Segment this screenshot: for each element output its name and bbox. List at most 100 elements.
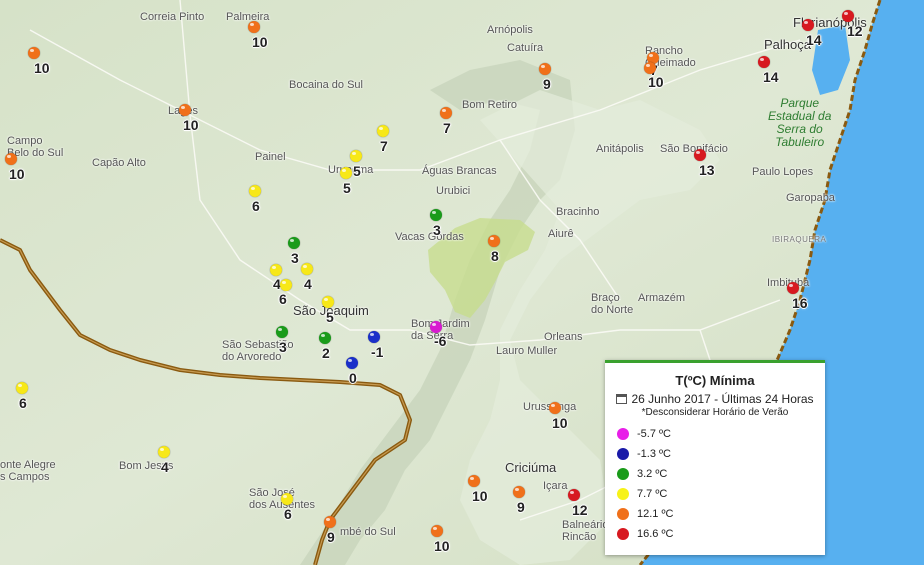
place-label-lauro-muller: Lauro Muller [496,345,558,357]
station-marker[interactable] [179,104,191,116]
station-marker[interactable] [276,326,288,338]
station-temperature-label: 3 [291,250,299,266]
station-temperature-label: 6 [252,198,260,214]
station-temperature-label: 10 [648,74,664,90]
station-temperature-label: 6 [19,395,27,411]
place-label-anitapolis: Anitápolis [596,143,644,155]
legend-items: -5.7 ºC -1.3 ºC 3.2 ºC 7.7 ºC 12.1 ºC 16.6 ºC [617,424,825,544]
legend-item: 12.1 ºC [617,504,825,524]
station-marker[interactable] [539,63,551,75]
station-marker[interactable] [248,21,260,33]
legend-item-label: 16.6 ºC [637,528,674,540]
station-marker[interactable] [5,153,17,165]
station-temperature-label: 10 [34,60,50,76]
place-label-criciuma: Criciúma [505,460,557,475]
place-label-aiure: Aiurê [548,228,574,240]
station-marker[interactable] [346,357,358,369]
station-marker[interactable] [431,525,443,537]
place-label-painel: Painel [255,151,286,163]
station-marker[interactable] [430,321,442,333]
place-label-bocaina-do-sul: Bocaina do Sul [289,79,363,91]
calendar-icon [616,394,628,404]
legend-item-label: -1.3 ºC [637,448,671,460]
legend-item: 16.6 ºC [617,524,825,544]
station-marker[interactable] [28,47,40,59]
station-marker[interactable] [694,149,706,161]
station-marker[interactable] [288,237,300,249]
station-marker[interactable] [430,209,442,221]
place-label-icara: Içara [543,480,568,492]
station-temperature-label: 7 [380,138,388,154]
station-marker[interactable] [340,167,352,179]
place-label-ibiraquera: IBIRAQUERA [772,235,827,244]
station-marker[interactable] [787,282,799,294]
place-label-garopaba: Garopaba [786,192,835,204]
place-label-balneario-rincao: Balneário Rincão [562,519,609,543]
station-marker[interactable] [16,382,28,394]
station-marker[interactable] [324,516,336,528]
place-label-braco-do-norte: Braço do Norte [591,292,634,316]
station-marker[interactable] [280,279,292,291]
station-marker[interactable] [301,263,313,275]
station-temperature-label: 3 [433,222,441,238]
place-label-palmeira: Palmeira [226,11,270,23]
station-temperature-label: 14 [763,69,779,85]
legend-item-label: 12.1 ºC [637,508,674,520]
station-marker[interactable] [842,10,854,22]
station-marker[interactable] [513,486,525,498]
place-label-urubici: Urubici [436,185,471,197]
place-label-monte-alegre-dos-campos: onte Alegre s Campos [0,459,56,483]
station-temperature-label: 9 [543,76,551,92]
station-marker[interactable] [350,150,362,162]
station-marker[interactable] [644,62,656,74]
station-temperature-label: 4 [161,459,169,475]
place-label-palhoca: Palhoça [764,37,811,52]
station-marker[interactable] [377,125,389,137]
station-marker[interactable] [281,493,293,505]
station-marker[interactable] [802,19,814,31]
legend-note: *Desconsiderar Horário de Verão [641,407,789,418]
station-marker[interactable] [758,56,770,68]
station-temperature-label: 14 [806,32,822,48]
place-label-bracinho: Bracinho [556,206,600,218]
place-label-catuira: Catuíra [507,42,544,54]
legend-title: T(ºC) Mínima [675,373,755,388]
place-label-parque-serra-do-tabuleiro: Parque Estadual da Serra do Tabuleiro [768,96,832,149]
station-marker[interactable] [568,489,580,501]
legend-item-label: 3.2 ºC [637,468,668,480]
station-temperature-label: 10 [183,117,199,133]
station-marker[interactable] [549,402,561,414]
legend-item-label: 7.7 ºC [637,488,668,500]
station-temperature-label: 5 [353,163,361,179]
station-marker[interactable] [440,107,452,119]
station-temperature-label: 0 [349,370,357,386]
legend-color-dot [617,508,629,520]
station-temperature-label: -1 [371,344,384,360]
station-temperature-label: 5 [343,180,351,196]
place-label-vacas-gordas: Vacas Gordas [395,231,464,243]
legend-color-dot [617,528,629,540]
station-marker[interactable] [270,264,282,276]
map-canvas[interactable]: Correia Pinto Palmeira Arnópolis Catuíra Ran… [0,0,924,565]
place-label-capao-alto: Capão Alto [92,157,146,169]
legend-item: 3.2 ºC [617,464,825,484]
station-temperature-label: 12 [847,23,863,39]
station-temperature-label: 9 [517,499,525,515]
station-marker[interactable] [468,475,480,487]
station-marker[interactable] [158,446,170,458]
station-marker[interactable] [319,332,331,344]
legend-date: 26 Junho 2017 - Últimas 24 Horas [631,392,814,406]
station-marker[interactable] [368,331,380,343]
legend-item: 7.7 ºC [617,484,825,504]
station-marker[interactable] [488,235,500,247]
station-marker[interactable] [322,296,334,308]
place-label-arnopolis: Arnópolis [487,24,533,36]
station-temperature-label: 16 [792,295,808,311]
station-temperature-label: 10 [434,538,450,554]
legend-item-label: -5.7 ºC [637,428,671,440]
legend-item: -1.3 ºC [617,444,825,464]
station-marker[interactable] [249,185,261,197]
station-temperature-label: 3 [279,339,287,355]
place-label-bom-retiro: Bom Retiro [462,99,518,111]
station-temperature-label: 7 [443,120,451,136]
